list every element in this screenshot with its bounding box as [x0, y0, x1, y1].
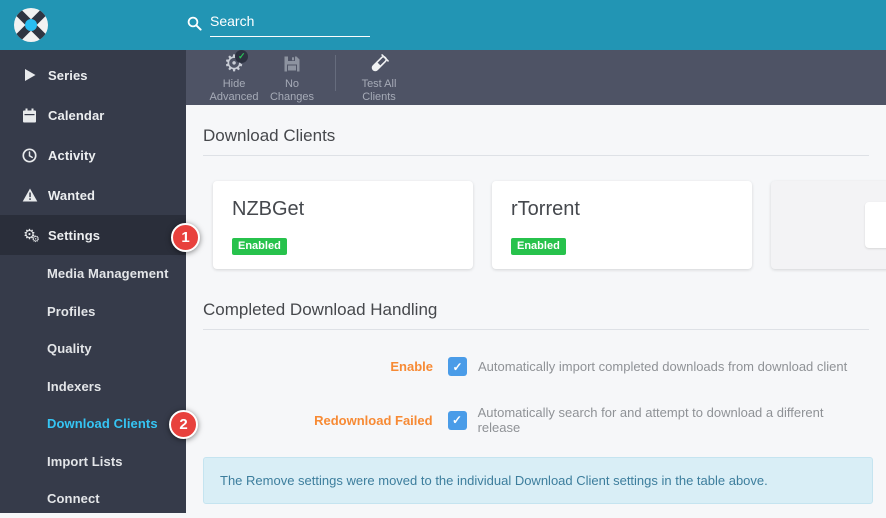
gear-check-icon: ⚙ ✓ — [224, 52, 245, 76]
sidebar-item-series[interactable]: Series — [0, 55, 186, 95]
clock-icon — [21, 148, 38, 163]
client-card-rtorrent[interactable]: rTorrent Enabled — [492, 181, 752, 269]
sidebar-item-connect[interactable]: Connect — [0, 480, 186, 518]
app-logo-icon[interactable] — [13, 7, 49, 43]
annotation-badge-2: 2 — [169, 410, 198, 439]
client-name: rTorrent — [492, 181, 752, 221]
check-icon: ✓ — [452, 360, 462, 374]
field-help-text: Automatically search for and attempt to … — [478, 405, 869, 435]
annotation-badge-1: 1 — [171, 223, 200, 252]
status-badge: Enabled — [511, 238, 566, 255]
sidebar-item-indexers[interactable]: Indexers — [0, 368, 186, 406]
sidebar-item-profiles[interactable]: Profiles — [0, 293, 186, 331]
section-title-completed-download-handling: Completed Download Handling — [203, 300, 869, 330]
sidebar-item-activity[interactable]: Activity — [0, 135, 186, 175]
check-icon: ✓ — [452, 413, 462, 427]
sidebar-item-wanted[interactable]: Wanted — [0, 175, 186, 215]
sidebar-item-download-clients[interactable]: Download Clients — [0, 405, 186, 443]
main-content: Download Clients NZBGet Enabled rTorrent… — [186, 105, 886, 513]
sidebar-item-import-lists[interactable]: Import Lists — [0, 443, 186, 481]
sidebar-item-calendar[interactable]: Calendar — [0, 95, 186, 135]
form-row-redownload-failed: Redownload Failed ✓ Automatically search… — [203, 405, 869, 435]
calendar-icon — [21, 108, 38, 123]
field-label: Enable — [203, 359, 433, 374]
add-client-card[interactable]: + — [771, 181, 886, 269]
field-label: Redownload Failed — [203, 413, 433, 428]
status-badge: Enabled — [232, 238, 287, 255]
download-client-cards: NZBGet Enabled rTorrent Enabled + — [213, 181, 869, 269]
client-card-nzbget[interactable]: NZBGet Enabled — [213, 181, 473, 269]
sidebar: Series Calendar Activity — [0, 50, 186, 513]
sidebar-item-label: Activity — [48, 148, 96, 163]
warning-icon — [21, 188, 38, 202]
no-changes-button[interactable]: No Changes — [263, 52, 321, 104]
sidebar-item-quality[interactable]: Quality — [0, 330, 186, 368]
search-input[interactable] — [210, 13, 370, 37]
check-icon: ✓ — [235, 50, 248, 63]
gears-icon: ⚙⚙ — [21, 227, 38, 243]
redownload-failed-checkbox[interactable]: ✓ — [448, 411, 467, 430]
sidebar-item-media-management[interactable]: Media Management — [0, 255, 186, 293]
sidebar-item-label: Settings — [48, 228, 100, 243]
test-all-clients-button[interactable]: Test All Clients — [350, 52, 408, 104]
sidebar-item-label: Calendar — [48, 108, 104, 123]
topbar — [0, 0, 886, 50]
form-row-enable: Enable ✓ Automatically import completed … — [203, 357, 869, 376]
test-tube-icon — [368, 52, 390, 76]
toolbar: ⚙ ✓ Hide Advanced No Changes — [186, 50, 886, 105]
sidebar-item-settings[interactable]: ⚙⚙ Settings — [0, 215, 186, 255]
sidebar-item-label: Wanted — [48, 188, 95, 203]
enable-checkbox[interactable]: ✓ — [448, 357, 467, 376]
field-help-text: Automatically import completed downloads… — [478, 359, 847, 374]
floppy-disk-icon — [283, 52, 301, 76]
play-icon — [21, 68, 38, 82]
add-client-button[interactable]: + — [865, 202, 886, 248]
info-alert-text: The Remove settings were moved to the in… — [220, 473, 768, 488]
toolbar-divider — [335, 55, 336, 91]
search-container — [187, 13, 370, 37]
search-icon — [187, 16, 202, 36]
sidebar-item-label: Series — [48, 68, 88, 83]
hide-advanced-button[interactable]: ⚙ ✓ Hide Advanced — [205, 52, 263, 104]
info-alert: The Remove settings were moved to the in… — [203, 457, 873, 504]
client-name: NZBGet — [213, 181, 473, 221]
page-title: Download Clients — [203, 126, 869, 156]
